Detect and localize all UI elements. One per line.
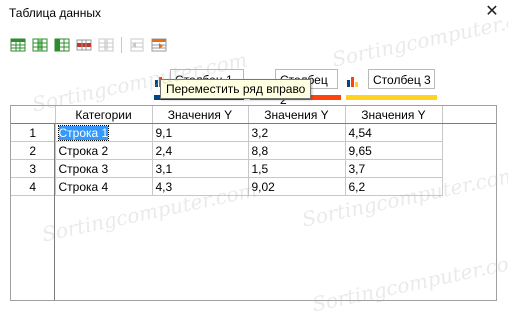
column-header-categories[interactable]: Категории [55,106,153,124]
move-column-left-icon [130,38,144,52]
table-cell[interactable]: Строка 1 [55,123,153,142]
data-grid: Категории Значения Y Значения Y Значения… [11,106,443,196]
column-header-y-2[interactable]: Значения Y [248,106,346,124]
table-row: 3 Строка 3 3,1 1,5 3,7 [11,159,443,178]
table-cell[interactable]: 6,2 [345,177,443,196]
table-cell[interactable]: Строка 3 [55,159,153,178]
column-header-y-1[interactable]: Значения Y [152,106,249,124]
table-cell[interactable]: 2,4 [152,141,249,160]
column-header-y-3[interactable]: Значения Y [345,106,443,124]
toolbar-separator [121,37,122,53]
table-cell[interactable]: 4,3 [152,177,249,196]
move-row-icon[interactable] [151,37,167,53]
corner-cell [11,106,56,124]
table-row: 1 Строка 1 9,1 3,2 4,54 [11,123,443,142]
table-cell[interactable]: 9,02 [248,177,346,196]
table-row: 2 Строка 2 2,4 8,8 9,65 [11,141,443,160]
header-row: Категории Значения Y Значения Y Значения… [11,106,443,124]
series-3-name-field[interactable]: Столбец 3 [368,69,435,89]
table-cell[interactable]: 1,5 [248,159,346,178]
table-cell[interactable]: Строка 2 [55,141,153,160]
table-cell[interactable]: Строка 4 [55,177,153,196]
row-number[interactable]: 3 [11,159,56,178]
table-cell[interactable]: 3,1 [152,159,249,178]
row-number-divider [54,123,55,300]
close-icon[interactable]: ✕ [483,3,501,21]
table-cell[interactable]: 3,7 [345,159,443,178]
table-cell[interactable]: 8,8 [248,141,346,160]
move-series-right-tooltip: Переместить ряд вправо [160,79,312,99]
table-row: 4 Строка 4 4,3 9,02 6,2 [11,177,443,196]
series-3-color-bar [346,95,437,100]
table-cell[interactable]: 4,54 [345,123,443,142]
window-title: Таблица данных [9,6,101,20]
watermark: Sortingcomputer.com [329,2,508,72]
insert-column-icon[interactable] [32,37,48,53]
series-3-chart-icon [347,77,358,87]
insert-text-column-icon[interactable] [54,37,70,53]
table-cell[interactable]: 9,65 [345,141,443,160]
row-number[interactable]: 4 [11,177,56,196]
header-divider [11,123,496,124]
row-number[interactable]: 1 [11,123,56,142]
insert-row-icon[interactable] [10,37,26,53]
data-table: Категории Значения Y Значения Y Значения… [10,105,497,301]
row-number[interactable]: 2 [11,141,56,160]
toolbar [10,36,167,54]
table-cell[interactable]: 3,2 [248,123,346,142]
table-cell[interactable]: 9,1 [152,123,249,142]
selected-cell-text[interactable]: Строка 1 [57,124,110,141]
delete-row-icon[interactable] [76,37,92,53]
delete-column-icon [98,38,114,52]
